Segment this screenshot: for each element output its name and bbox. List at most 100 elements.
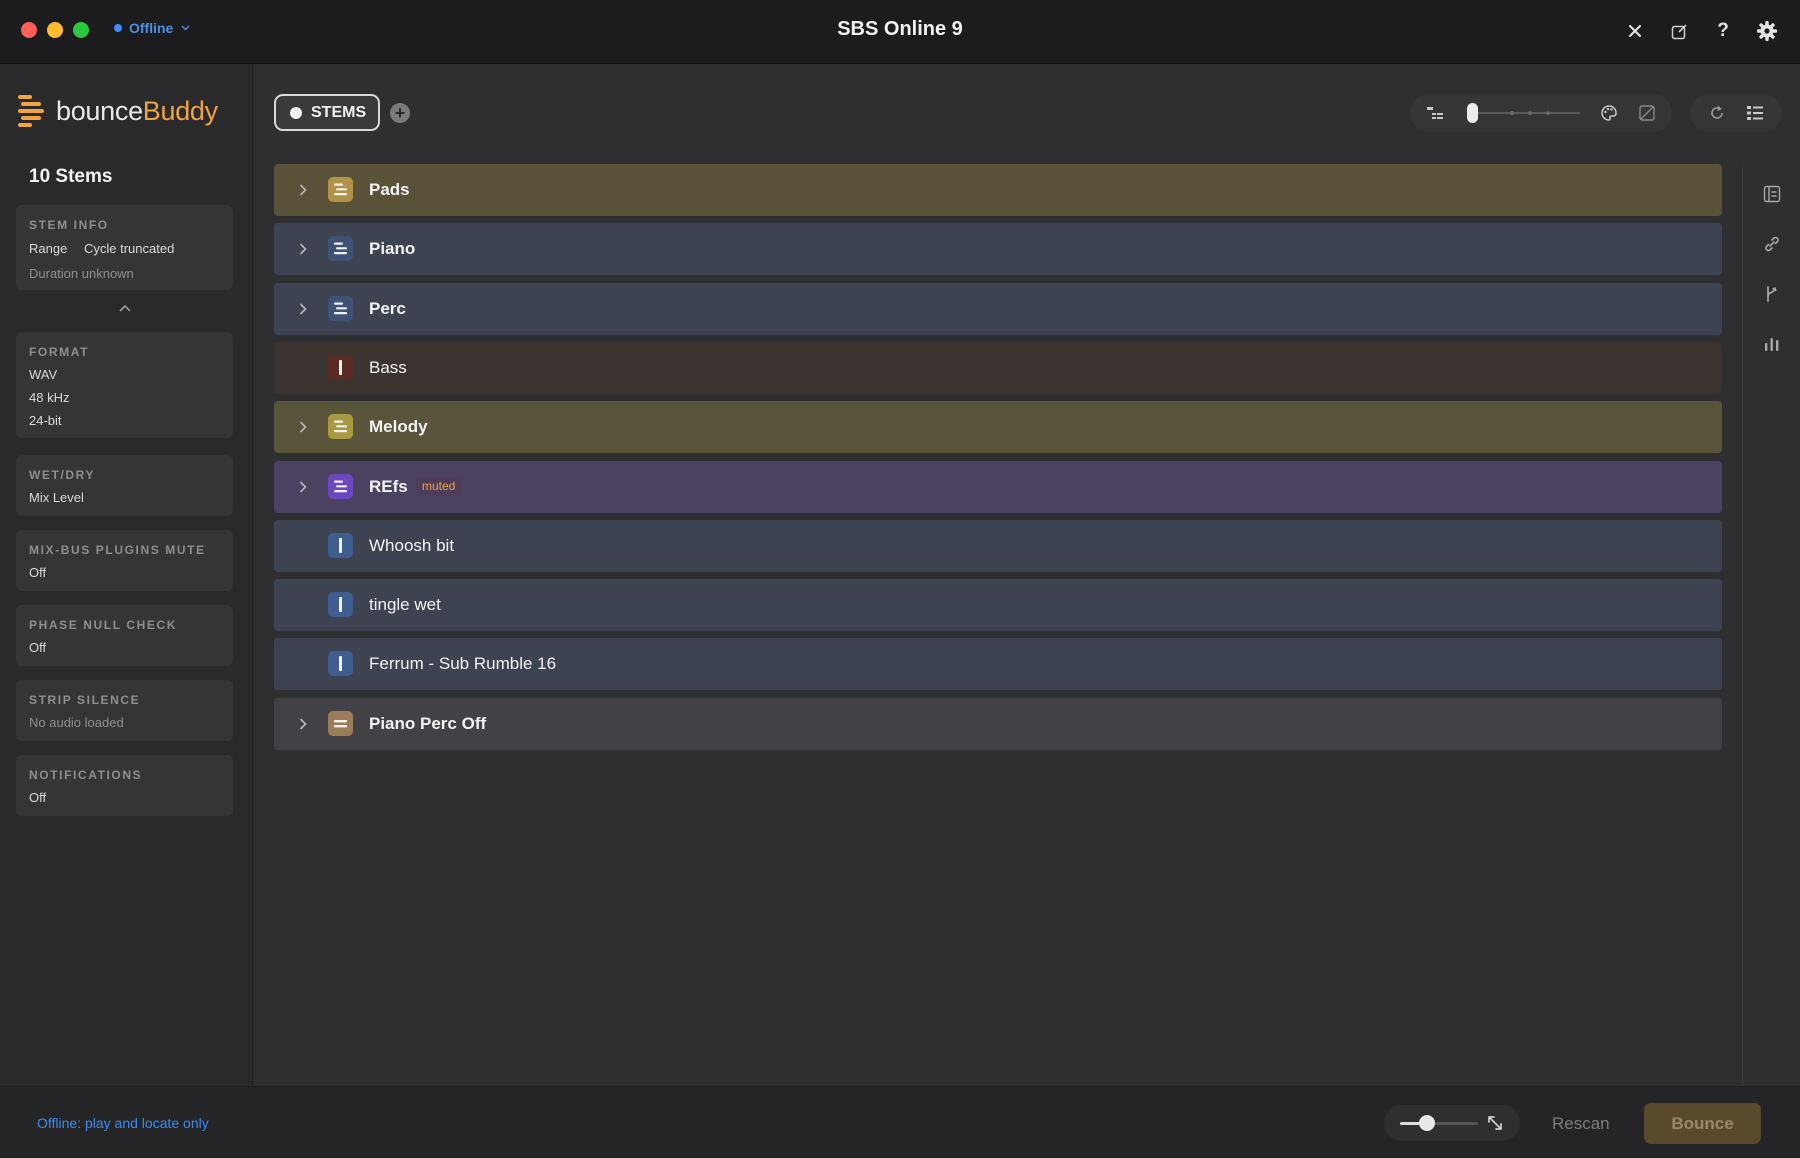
expand-icon[interactable] bbox=[1486, 1114, 1504, 1132]
zoom-slider-knob[interactable] bbox=[1419, 1115, 1436, 1131]
stem-row[interactable]: Piano bbox=[274, 223, 1722, 275]
range-value: Cycle truncated bbox=[84, 241, 175, 256]
minimize-window-button[interactable] bbox=[47, 22, 63, 38]
chevron-up-icon[interactable] bbox=[118, 300, 132, 312]
stem-name: Melody bbox=[369, 417, 428, 436]
chevron-right-icon[interactable] bbox=[298, 420, 308, 434]
mix-bus-value: Off bbox=[29, 565, 47, 580]
strip-silence-card[interactable]: STRIP SILENCE No audio loaded bbox=[16, 680, 233, 741]
palette-icon[interactable] bbox=[1600, 104, 1618, 122]
chevron-right-icon[interactable] bbox=[298, 242, 308, 256]
stem-row[interactable]: Bass bbox=[274, 342, 1722, 394]
phase-null-card[interactable]: PHASE NULL CHECK Off bbox=[16, 605, 233, 666]
format-type: WAV bbox=[29, 367, 58, 382]
wet-dry-value: Mix Level bbox=[29, 490, 84, 505]
branch-icon[interactable] bbox=[1762, 284, 1782, 304]
status-bar-text: Offline: play and locate only bbox=[37, 1115, 209, 1131]
group-icon bbox=[328, 296, 353, 321]
stem-name: REfs bbox=[369, 477, 408, 496]
status-dot-icon bbox=[114, 24, 122, 32]
phase-null-heading: PHASE NULL CHECK bbox=[29, 618, 178, 632]
status-bar: Offline: play and locate only Rescan Bou… bbox=[0, 1086, 1800, 1158]
connection-status-menu[interactable]: Offline bbox=[114, 20, 190, 36]
stem-name: Piano bbox=[369, 239, 416, 258]
stem-name: Pads bbox=[369, 180, 410, 199]
add-tab-button[interactable]: + bbox=[390, 103, 410, 123]
notifications-value: Off bbox=[29, 790, 47, 805]
tab-stems[interactable]: STEMS bbox=[274, 94, 380, 131]
list-icon[interactable] bbox=[1746, 104, 1764, 122]
help-icon[interactable]: ? bbox=[1708, 16, 1738, 46]
row-height-slider[interactable] bbox=[1468, 111, 1580, 115]
zoom-slider[interactable] bbox=[1400, 1122, 1478, 1125]
chevron-right-icon[interactable] bbox=[298, 480, 308, 494]
row-height-slider-knob[interactable] bbox=[1467, 103, 1478, 123]
main-panel: STEMS + Pads Piano Perc Bass Melody REfs muted… bbox=[254, 64, 1800, 1086]
compose-icon[interactable] bbox=[1664, 16, 1694, 46]
stem-row[interactable]: Whoosh bit bbox=[274, 520, 1722, 572]
stem-row[interactable]: REfs muted bbox=[274, 461, 1722, 513]
wet-dry-heading: WET/DRY bbox=[29, 468, 96, 482]
chevron-right-icon[interactable] bbox=[298, 183, 308, 197]
strip-silence-heading: STRIP SILENCE bbox=[29, 693, 141, 707]
group-icon bbox=[328, 236, 353, 261]
stem-row[interactable]: Pads bbox=[274, 164, 1722, 216]
notifications-heading: NOTIFICATIONS bbox=[29, 768, 143, 782]
app-logo: bounceBuddy bbox=[16, 94, 218, 128]
group-icon bbox=[328, 177, 353, 202]
view-toolbar bbox=[1410, 94, 1672, 132]
stem-name: tingle wet bbox=[369, 595, 441, 614]
group-icon bbox=[328, 474, 353, 499]
duration-value: Duration unknown bbox=[29, 266, 134, 281]
close-icon[interactable] bbox=[1620, 16, 1650, 46]
connection-status-label: Offline bbox=[129, 20, 174, 36]
zoom-window-button[interactable] bbox=[73, 22, 89, 38]
bounce-buddy-logo-icon bbox=[18, 95, 44, 127]
stem-name: Perc bbox=[369, 299, 406, 318]
bounce-button[interactable]: Bounce bbox=[1644, 1103, 1761, 1144]
wet-dry-card[interactable]: WET/DRY Mix Level bbox=[16, 455, 233, 516]
track-icon bbox=[328, 533, 353, 558]
strip-silence-value: No audio loaded bbox=[29, 715, 124, 730]
stem-info-card: STEM INFO Range Cycle truncated Duration… bbox=[16, 205, 233, 290]
muted-badge: muted bbox=[416, 477, 462, 496]
rescan-button[interactable]: Rescan bbox=[1552, 1114, 1610, 1134]
hierarchy-icon[interactable] bbox=[1426, 104, 1444, 122]
sidebar: bounceBuddy 10 Stems STEM INFO Range Cyc… bbox=[0, 64, 253, 1086]
zoom-control bbox=[1384, 1105, 1520, 1141]
close-window-button[interactable] bbox=[21, 22, 37, 38]
chevron-right-icon[interactable] bbox=[298, 302, 308, 316]
stem-name: Bass bbox=[369, 358, 407, 377]
stem-row[interactable]: Melody bbox=[274, 401, 1722, 453]
stem-name: Whoosh bit bbox=[369, 536, 455, 555]
right-toolbar bbox=[1742, 164, 1800, 1086]
link-icon[interactable] bbox=[1762, 234, 1782, 254]
mix-bus-heading: MIX-BUS PLUGINS MUTE bbox=[29, 543, 206, 557]
logo-text: bounceBuddy bbox=[56, 95, 218, 126]
meter-icon[interactable] bbox=[1762, 334, 1782, 354]
tab-stems-label: STEMS bbox=[311, 103, 367, 121]
stem-name: Piano Perc Off bbox=[369, 714, 487, 733]
stem-row[interactable]: tingle wet bbox=[274, 579, 1722, 631]
gear-icon[interactable] bbox=[1752, 16, 1782, 46]
range-label: Range bbox=[29, 241, 68, 256]
list-toolbar bbox=[1690, 94, 1782, 132]
format-card: FORMAT WAV 48 kHz 24-bit bbox=[16, 332, 233, 438]
notifications-card[interactable]: NOTIFICATIONS Off bbox=[16, 755, 233, 816]
format-rate: 48 kHz bbox=[29, 390, 70, 405]
format-depth: 24-bit bbox=[29, 413, 62, 428]
mix-bus-card[interactable]: MIX-BUS PLUGINS MUTE Off bbox=[16, 530, 233, 591]
chevron-down-icon bbox=[181, 22, 190, 34]
stem-row[interactable]: Piano Perc Off bbox=[274, 698, 1722, 750]
stem-row[interactable]: Ferrum - Sub Rumble 16 bbox=[274, 638, 1722, 690]
stem-row[interactable]: Perc bbox=[274, 283, 1722, 335]
chevron-right-icon[interactable] bbox=[298, 717, 308, 731]
stems-count: 10 Stems bbox=[29, 166, 113, 187]
outline-icon[interactable] bbox=[1762, 184, 1782, 204]
track-icon bbox=[328, 355, 353, 380]
phase-null-value: Off bbox=[29, 640, 47, 655]
refresh-icon[interactable] bbox=[1708, 104, 1726, 122]
track-icon bbox=[328, 592, 353, 617]
hide-icon[interactable] bbox=[1638, 104, 1656, 122]
group-icon bbox=[328, 711, 353, 736]
